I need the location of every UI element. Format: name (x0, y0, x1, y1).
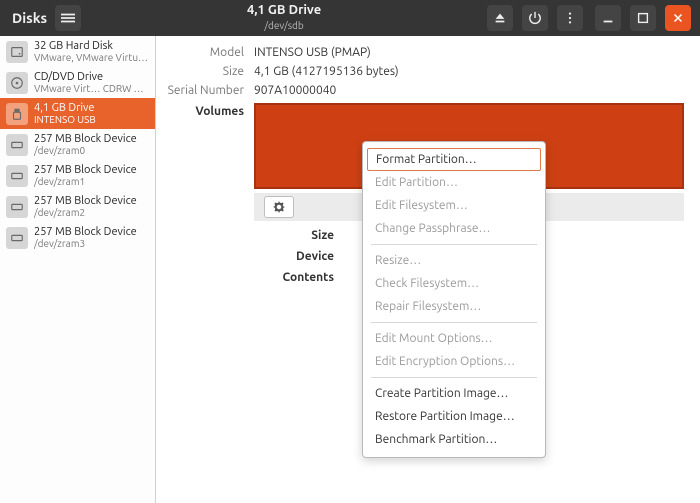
device-subtitle: VMware, VMware Virtual S (34, 52, 149, 63)
size-value: 4,1 GB (4127195136 bytes) (254, 65, 399, 78)
sidebar-item[interactable]: CD/DVD DriveVMware Virt… CDRW Drive (0, 67, 155, 98)
menu-separator (371, 377, 537, 378)
volumes-label: Volumes (164, 103, 254, 118)
device-subtitle: /dev/zram3 (34, 238, 137, 249)
below-device-label: Device (254, 248, 344, 263)
sidebar-item[interactable]: 257 MB Block Device/dev/zram2 (0, 191, 155, 222)
device-title: 257 MB Block Device (34, 226, 137, 238)
device-title: 257 MB Block Device (34, 133, 137, 145)
device-subtitle: /dev/zram1 (34, 176, 137, 187)
device-icon (6, 165, 28, 187)
sidebar-item[interactable]: 257 MB Block Device/dev/zram1 (0, 160, 155, 191)
detail-pane: ModelINTENSO USB (PMAP) Size4,1 GB (4127… (156, 36, 700, 503)
sidebar-item[interactable]: 257 MB Block Device/dev/zram0 (0, 129, 155, 160)
serial-label: Serial Number (164, 84, 254, 97)
device-sidebar: 32 GB Hard DiskVMware, VMware Virtual SC… (0, 36, 156, 503)
power-icon[interactable] (522, 5, 548, 31)
size-label: Size (164, 65, 254, 78)
device-title: 257 MB Block Device (34, 164, 137, 176)
partition-context-menu: Format Partition… Edit Partition… Edit F… (362, 141, 546, 458)
below-size-label: Size (254, 227, 344, 242)
below-contents-label: Contents (254, 269, 344, 284)
device-title: 32 GB Hard Disk (34, 40, 149, 52)
menu-edit-partition: Edit Partition… (363, 171, 545, 194)
menu-create-image[interactable]: Create Partition Image… (363, 382, 545, 405)
sidebar-item[interactable]: 4,1 GB DriveINTENSO USB (0, 98, 155, 129)
model-value: INTENSO USB (PMAP) (254, 46, 371, 59)
device-icon (6, 72, 28, 94)
menu-benchmark[interactable]: Benchmark Partition… (363, 428, 545, 451)
menu-format-partition[interactable]: Format Partition… (367, 148, 541, 171)
device-icon (6, 41, 28, 63)
serial-value: 907A10000040 (254, 84, 336, 97)
close-icon[interactable] (665, 5, 691, 31)
drive-menu-icon[interactable] (557, 5, 583, 31)
device-icon (6, 196, 28, 218)
device-title: 257 MB Block Device (34, 195, 137, 207)
device-icon (6, 134, 28, 156)
menu-repair-filesystem: Repair Filesystem… (363, 295, 545, 318)
menu-check-filesystem: Check Filesystem… (363, 272, 545, 295)
header-bar: Disks 4,1 GB Drive /dev/sdb (0, 0, 700, 36)
drive-subtitle: /dev/sdb (84, 18, 484, 33)
device-subtitle: VMware Virt… CDRW Drive (34, 83, 149, 94)
menu-edit-filesystem: Edit Filesystem… (363, 194, 545, 217)
menu-change-passphrase: Change Passphrase… (363, 217, 545, 240)
menu-resize: Resize… (363, 249, 545, 272)
sidebar-item[interactable]: 257 MB Block Device/dev/zram3 (0, 222, 155, 253)
device-subtitle: INTENSO USB (34, 114, 96, 125)
device-title: CD/DVD Drive (34, 71, 149, 83)
menu-restore-image[interactable]: Restore Partition Image… (363, 405, 545, 428)
menu-encryption-options: Edit Encryption Options… (363, 350, 545, 373)
device-title: 4,1 GB Drive (34, 102, 96, 114)
menu-separator (371, 322, 537, 323)
device-icon (6, 103, 28, 125)
menu-mount-options: Edit Mount Options… (363, 327, 545, 350)
menu-separator (371, 244, 537, 245)
header-title-block: 4,1 GB Drive /dev/sdb (84, 3, 484, 33)
hamburger-icon[interactable] (55, 5, 81, 31)
maximize-icon[interactable] (630, 5, 656, 31)
gear-icon[interactable] (264, 196, 294, 218)
minimize-icon[interactable] (595, 5, 621, 31)
drive-title: 4,1 GB Drive (84, 3, 484, 18)
eject-icon[interactable] (487, 5, 513, 31)
device-subtitle: /dev/zram0 (34, 145, 137, 156)
device-icon (6, 227, 28, 249)
device-subtitle: /dev/zram2 (34, 207, 137, 218)
app-title: Disks (12, 10, 47, 26)
model-label: Model (164, 46, 254, 59)
sidebar-item[interactable]: 32 GB Hard DiskVMware, VMware Virtual S (0, 36, 155, 67)
